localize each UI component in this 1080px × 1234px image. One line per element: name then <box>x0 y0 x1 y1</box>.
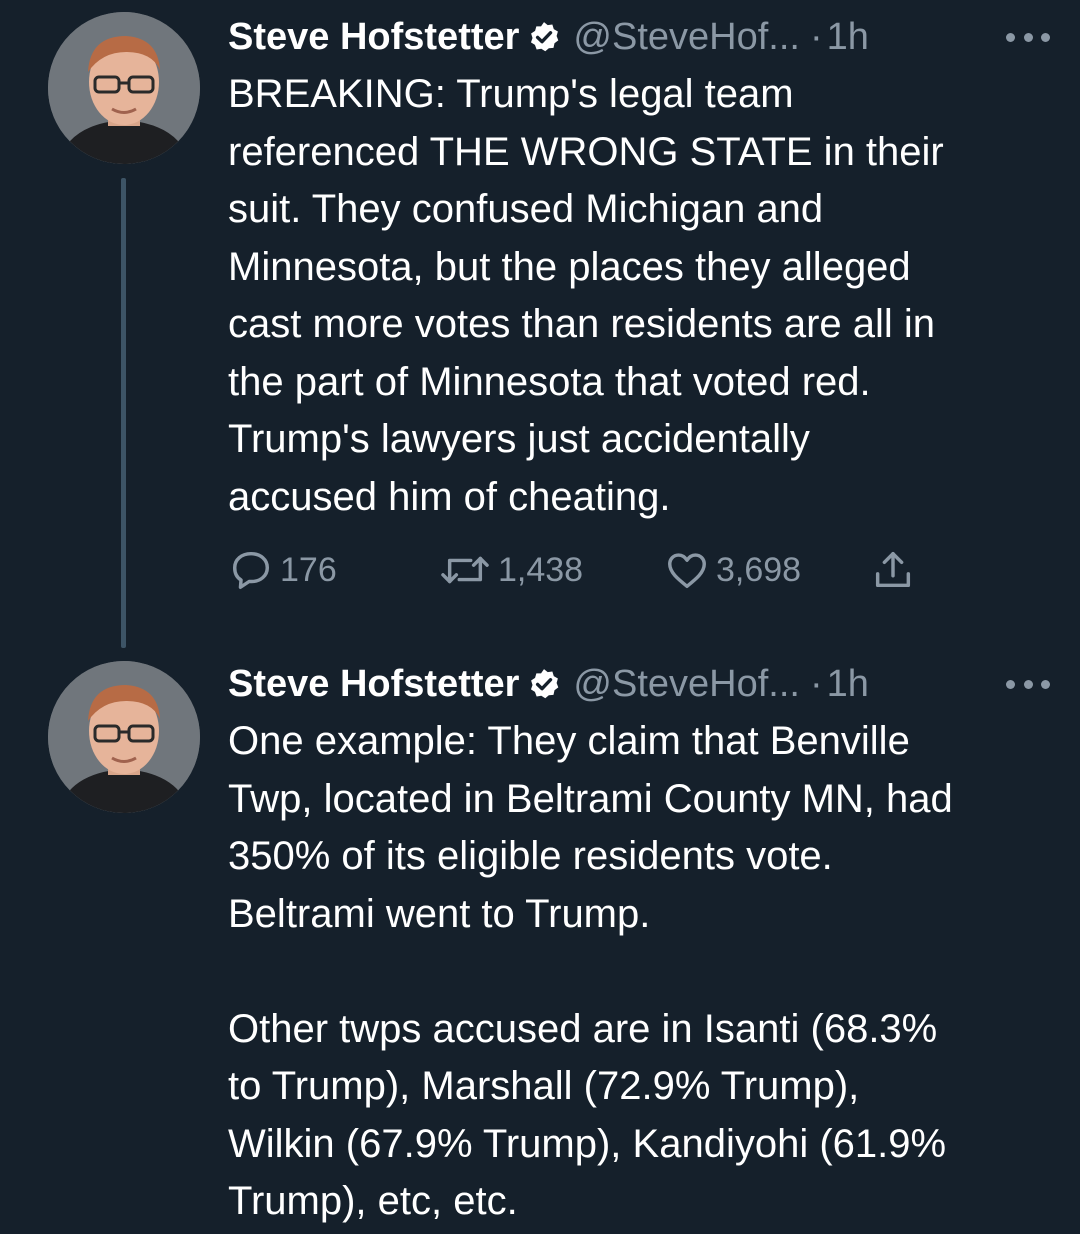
like-button[interactable]: 3,698 <box>664 547 870 593</box>
retweet-icon <box>441 556 489 584</box>
separator-dot: · <box>809 15 823 58</box>
avatar-photo <box>48 661 200 813</box>
verified-badge-icon <box>531 669 559 699</box>
separator-dot: · <box>809 662 823 705</box>
tweet-2[interactable]: Steve Hofstetter @SteveHof... · 1h One e… <box>0 655 1080 1234</box>
reply-icon <box>232 551 270 589</box>
tweet-actions: 176 1,438 3,698 <box>228 540 916 600</box>
author-name[interactable]: Steve Hofstetter <box>228 663 519 706</box>
verified-badge-icon <box>531 22 559 52</box>
retweet-count: 1,438 <box>498 550 584 589</box>
more-icon[interactable] <box>1006 27 1050 47</box>
share-icon <box>875 551 911 588</box>
tweet-header: Steve Hofstetter @SteveHof... · 1h <box>228 655 1050 713</box>
reply-button[interactable]: 176 <box>228 547 438 593</box>
author-handle[interactable]: @SteveHof... <box>573 663 800 706</box>
like-count: 3,698 <box>716 550 802 589</box>
avatar[interactable] <box>48 661 200 813</box>
tweet-text: BREAKING: Trump's legal team referenced … <box>228 72 944 519</box>
thread-connector-line <box>121 178 126 648</box>
avatar[interactable] <box>48 12 200 164</box>
like-icon <box>668 553 706 589</box>
author-name[interactable]: Steve Hofstetter <box>228 16 519 59</box>
tweet-content: Steve Hofstetter @SteveHof... · 1h One e… <box>228 655 1050 1231</box>
tweet-content: Steve Hofstetter @SteveHof... · 1h BREAK… <box>228 8 1050 526</box>
reply-count: 176 <box>280 550 337 589</box>
tweet-1[interactable]: Steve Hofstetter @SteveHof... · 1h BREAK… <box>0 0 1080 660</box>
tweet-timestamp[interactable]: 1h <box>827 663 869 706</box>
tweet-header: Steve Hofstetter @SteveHof... · 1h <box>228 8 1050 66</box>
author-handle[interactable]: @SteveHof... <box>573 16 800 59</box>
tweet-text: One example: They claim that Benville Tw… <box>228 719 953 1223</box>
tweet-timestamp[interactable]: 1h <box>827 16 869 59</box>
share-button[interactable] <box>870 547 916 593</box>
retweet-button[interactable]: 1,438 <box>438 547 664 593</box>
avatar-photo <box>48 12 200 164</box>
more-icon[interactable] <box>1006 674 1050 694</box>
